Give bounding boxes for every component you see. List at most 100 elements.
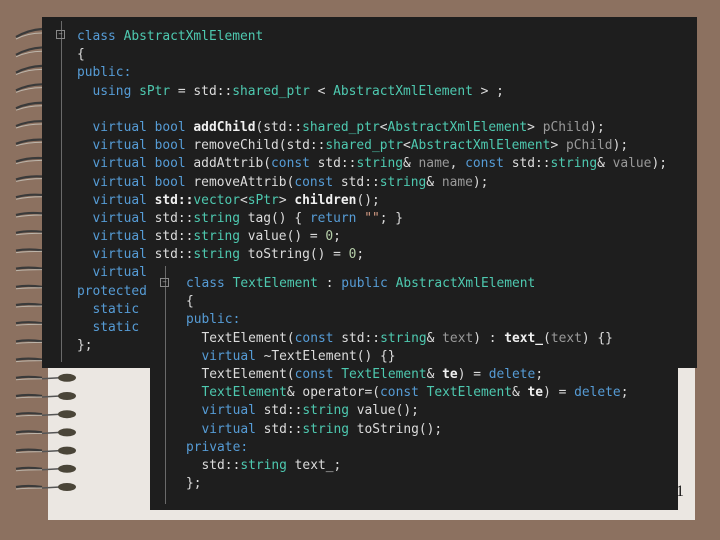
code-token: const: [271, 156, 318, 172]
code-token: &: [426, 366, 443, 382]
code-token: removeAttrib: [193, 174, 287, 190]
code-token: virtual: [77, 229, 155, 245]
code-token: > ;: [472, 83, 504, 99]
spiral-ring-icon: [15, 120, 43, 129]
code-line: TextElement(const std::string& text) : t…: [186, 330, 628, 348]
code-token: const: [465, 156, 512, 172]
collapse-minus-icon[interactable]: −: [160, 278, 169, 287]
code-block: class TextElement : public AbstractXmlEl…: [186, 275, 628, 493]
code-token: virtual: [186, 403, 264, 419]
spiral-ring-icon: [15, 357, 43, 363]
spiral-ring-icon: [15, 428, 76, 437]
slide-number: 1: [676, 483, 684, 500]
spiral-ring-icon: [15, 392, 76, 400]
code-token: &: [426, 174, 442, 190]
code-line: std::string text_;: [186, 457, 628, 475]
code-token: string: [240, 457, 287, 473]
code-token: );: [472, 174, 489, 190]
code-token: string: [193, 210, 240, 226]
code-token: std::: [340, 174, 380, 190]
code-token: text: [442, 330, 474, 346]
code-token: >: [278, 192, 295, 208]
code-token: ;: [535, 366, 544, 382]
code-token: virtual: [77, 138, 155, 154]
code-line: virtual std::string value();: [186, 402, 628, 420]
code-token: return: [309, 210, 365, 226]
code-token: (std::: [255, 119, 303, 135]
code-token: (: [263, 156, 272, 172]
code-line: {: [186, 293, 628, 311]
code-token: AbstractXmlElement: [395, 276, 536, 291]
code-token: ; }: [379, 210, 404, 226]
code-token: string: [193, 229, 240, 245]
code-token: TextElement: [341, 366, 427, 382]
code-token: string: [550, 156, 598, 172]
code-token: 0: [325, 229, 334, 245]
code-token: ) =: [457, 366, 489, 382]
code-token: = std::: [170, 83, 233, 99]
spiral-ring-icon: [15, 83, 43, 93]
code-token: ();: [356, 192, 380, 208]
code-line: virtual std::string tag() { return ""; }: [77, 210, 667, 228]
code-token: static: [77, 301, 147, 317]
spiral-ring-icon: [15, 211, 43, 218]
code-token: delete: [488, 366, 536, 382]
code-token: string: [356, 156, 404, 172]
code-token: virtual: [77, 119, 155, 135]
code-token: };: [186, 476, 202, 492]
code-token: ;: [620, 385, 629, 401]
code-token: <: [402, 138, 411, 154]
code-line: public:: [186, 311, 628, 329]
code-line: virtual bool addChild(std::shared_ptr<Ab…: [77, 119, 667, 137]
code-token: string: [379, 174, 427, 190]
code-token: {: [186, 294, 194, 310]
code-token: tag() {: [240, 210, 310, 226]
code-token: te: [527, 385, 544, 401]
code-token: AbstractXmlElement: [410, 138, 551, 154]
code-token: const: [380, 385, 427, 401]
code-token: text: [550, 330, 582, 346]
code-token: std::: [186, 457, 241, 473]
code-line: using sPtr = std::shared_ptr < AbstractX…: [77, 83, 667, 101]
code-token: ~TextElement() {}: [263, 348, 396, 364]
code-token: std::: [263, 403, 303, 419]
code-line: private:: [186, 439, 628, 457]
spiral-ring-icon: [15, 64, 43, 76]
code-token: sPtr: [139, 83, 171, 99]
code-token: virtual: [77, 247, 155, 263]
fold-guide: [165, 266, 166, 504]
code-token: text_;: [286, 457, 342, 473]
code-token: class: [186, 276, 233, 291]
code-token: const: [294, 366, 342, 382]
code-token: "": [364, 210, 380, 226]
spiral-ring-icon: [15, 373, 76, 382]
code-token: std::: [263, 421, 303, 437]
spiral-ring-icon: [15, 193, 43, 200]
code-token: (: [286, 366, 295, 382]
code-line: virtual std::string toString();: [186, 421, 628, 439]
code-token: TextElement: [186, 366, 287, 382]
code-token: static: [77, 320, 147, 335]
code-line: virtual std::vector<sPtr> children();: [77, 192, 667, 210]
code-token: const: [294, 174, 341, 190]
code-token: te: [442, 366, 458, 382]
code-token: &: [597, 156, 613, 172]
spiral-ring-icon: [15, 138, 43, 147]
code-line: virtual std::string value() = 0;: [77, 228, 667, 246]
spiral-ring-icon: [15, 446, 76, 455]
code-token: & operator=(: [286, 385, 381, 401]
code-token: AbstractXmlElement: [333, 83, 473, 99]
fold-guide: [61, 21, 62, 362]
code-line: class AbstractXmlElement: [77, 28, 667, 46]
code-token: shared_ptr: [325, 138, 403, 154]
code-token: >: [550, 138, 566, 154]
spiral-ring-icon: [15, 46, 43, 58]
code-token: virtual: [77, 174, 155, 190]
code-token: virtual: [77, 265, 155, 281]
code-token: );: [589, 119, 605, 135]
collapse-minus-icon[interactable]: −: [56, 30, 65, 39]
code-token: TextElement: [186, 385, 287, 401]
spiral-ring-icon: [15, 410, 76, 419]
spiral-ring-icon: [15, 464, 76, 473]
